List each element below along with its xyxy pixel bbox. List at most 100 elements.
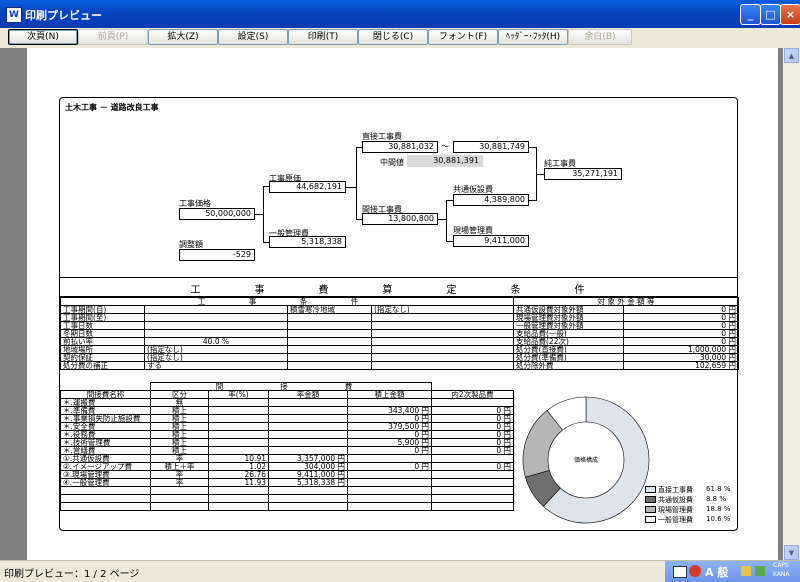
legend-pct: 8.8 % xyxy=(706,495,727,503)
k-row: ＊.営繕費 積上 0 円0 円 xyxy=(60,446,514,455)
excl-row: 処分費(準備費) 30,000 円 xyxy=(513,353,740,362)
input-mode-icon[interactable]: A 般 xyxy=(705,564,728,580)
excl-cell: 現場管理費対象外額 xyxy=(513,313,624,322)
k-cell: 5,318,338 円 xyxy=(268,478,348,487)
k-row xyxy=(60,486,514,495)
k-cell: 0 円 xyxy=(431,462,514,471)
k-cell: 0 円 xyxy=(431,430,514,439)
excl-row: 処分費(直接費) 1,000,000 円 xyxy=(513,345,740,354)
maximize-button[interactable]: □ xyxy=(760,4,781,25)
font-button[interactable]: フォント(F) xyxy=(428,29,498,45)
junkoji-value: 35,271,191 xyxy=(544,168,622,180)
cond-row: 地域場所 (指定なし) xyxy=(60,345,514,354)
excl-cell: 処分費(直接費) xyxy=(513,345,624,354)
k-cell: ＊.役務費 xyxy=(60,430,151,439)
k-cell xyxy=(347,398,432,407)
cond-cell: 地域場所 xyxy=(60,345,145,354)
excl-row: 共通仮設費対象外額 0 円 xyxy=(513,305,740,314)
app-icon: W xyxy=(6,7,22,23)
cond-header: 工 事 条 件 xyxy=(60,297,514,306)
close-preview-button[interactable]: 閉じる(C) xyxy=(358,29,428,45)
header-footer-button[interactable]: ﾍｯﾀﾞｰ･ﾌｯﾀ(H) xyxy=(498,29,568,45)
k-cell xyxy=(208,438,269,447)
k-cell xyxy=(347,502,432,511)
prev-page-button[interactable]: 前頁(P) xyxy=(78,29,148,45)
cond-cell xyxy=(287,361,372,370)
cond-cell xyxy=(371,321,514,330)
excl-cell: 30,000 円 xyxy=(622,353,740,362)
chokusetsu-value-b: 30,881,749 xyxy=(453,141,529,153)
cond-row: 工事期間(自) 積雪寒冷地域 (指定なし) xyxy=(60,305,514,314)
k-cell xyxy=(208,502,269,511)
k-cell: 9,411,000 円 xyxy=(268,470,348,479)
cond-cell xyxy=(371,329,514,338)
excl-cell: 0 円 xyxy=(622,305,740,314)
kansetsu-header: 間 接 費 xyxy=(150,382,432,391)
status-bar: 印刷プレビュー：1 / 2 ページ A 般 CAPS KANA xyxy=(0,560,800,582)
k-cell: 0 円 xyxy=(347,430,432,439)
k-row: ＊.安全費 積上 379,500 円0 円 xyxy=(60,422,514,431)
k-cell: 26.76 xyxy=(208,470,269,479)
excl-row: 現場管理費対象外額 0 円 xyxy=(513,313,740,322)
k-cell xyxy=(208,422,269,431)
help-icon[interactable] xyxy=(755,566,765,576)
excl-row: 支給品費(一般) 0 円 xyxy=(513,329,740,338)
koji-genka-value: 44,682,191 xyxy=(269,181,346,193)
ippan-value: 5,318,338 xyxy=(269,236,346,248)
k-cell: ④.一般管理費 xyxy=(60,478,151,487)
legend-swatch xyxy=(645,516,656,523)
k-cell xyxy=(208,494,269,503)
cond-cell: (指定なし) xyxy=(144,345,288,354)
minimize-button[interactable]: _ xyxy=(740,4,761,25)
k-cell: 0 円 xyxy=(347,462,432,471)
margin-button[interactable]: 余白(B) xyxy=(568,29,632,45)
cond-cell xyxy=(371,353,514,362)
k-cell: 10.91 xyxy=(208,454,269,463)
scroll-down-button[interactable]: ▼ xyxy=(784,545,799,560)
cond-cell xyxy=(287,313,372,322)
scroll-up-button[interactable]: ▲ xyxy=(784,48,799,63)
k-cell xyxy=(268,414,348,423)
k-row: ＊.役務費 積上 0 円0 円 xyxy=(60,430,514,439)
legend-name: 共通仮設費 xyxy=(658,496,693,504)
next-page-button[interactable]: 次頁(N) xyxy=(8,29,78,45)
legend-name: 現場管理費 xyxy=(658,506,693,514)
k-cell xyxy=(60,486,151,495)
print-button[interactable]: 印刷(T) xyxy=(288,29,358,45)
caps-indicator: CAPS xyxy=(773,562,789,569)
close-window-button[interactable]: × xyxy=(780,4,800,25)
cond-cell: 40.0 % xyxy=(144,337,288,346)
k-cell xyxy=(268,430,348,439)
k-cell: 343,400 円 xyxy=(347,406,432,415)
k-row: ＊.運搬費無 xyxy=(60,398,514,407)
k-col-header: 率(%) xyxy=(208,390,269,399)
chukan-label: 中間値 xyxy=(380,158,404,167)
k-cell xyxy=(431,470,514,479)
status-text: 印刷プレビュー：1 / 2 ページ xyxy=(4,569,140,580)
k-row: ③.現場管理費率 26.76 9,411,000 円 xyxy=(60,470,514,479)
kana-indicator: KANA xyxy=(773,571,790,578)
excl-row: 一般管理費対象外額 0 円 xyxy=(513,321,740,330)
excl-cell: 0 円 xyxy=(622,321,740,330)
system-tray: A 般 CAPS KANA xyxy=(665,561,800,582)
legend-swatch xyxy=(645,486,656,493)
cond-row: 冬期日数 xyxy=(60,329,514,338)
zoom-button[interactable]: 拡大(Z) xyxy=(148,29,218,45)
cond-cell xyxy=(371,361,514,370)
excl-cell: 支給品費(一般) xyxy=(513,329,624,338)
excl-cell: 支給品費(22次) xyxy=(513,337,624,346)
k-cell xyxy=(60,494,151,503)
tool-icon[interactable] xyxy=(741,566,751,576)
keyboard-icon[interactable] xyxy=(673,566,687,578)
k-cell xyxy=(208,406,269,415)
k-cell xyxy=(60,502,151,511)
k-cell xyxy=(431,478,514,487)
cond-cell: (指定なし) xyxy=(144,353,288,362)
ime-icon[interactable] xyxy=(689,565,701,577)
setup-button[interactable]: 設定(S) xyxy=(218,29,288,45)
k-cell xyxy=(268,494,348,503)
vertical-scrollbar[interactable]: ▲ ▼ xyxy=(783,48,800,560)
legend-pct: 61.8 % xyxy=(706,485,731,493)
k-cell xyxy=(347,494,432,503)
k-cell: 0 円 xyxy=(431,414,514,423)
